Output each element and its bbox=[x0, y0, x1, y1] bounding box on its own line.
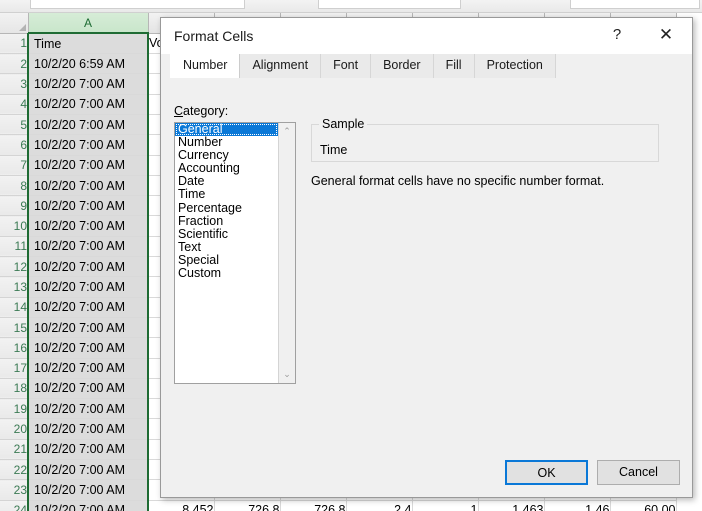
cell[interactable]: 8.452 bbox=[148, 500, 215, 511]
tab-number[interactable]: Number bbox=[170, 54, 241, 78]
cell[interactable]: 10/2/20 7:00 AM bbox=[27, 500, 149, 511]
category-item-time[interactable]: Time bbox=[175, 188, 278, 201]
cell[interactable]: 10/2/20 7:00 AM bbox=[27, 398, 149, 420]
row-header[interactable]: 5 bbox=[0, 114, 29, 136]
cell[interactable]: 1 bbox=[412, 500, 479, 511]
cell[interactable]: 10/2/20 7:00 AM bbox=[27, 236, 149, 258]
dialog-titlebar[interactable]: Format Cells ? ✕ bbox=[161, 18, 692, 54]
row-header[interactable]: 3 bbox=[0, 73, 29, 95]
row-header[interactable]: 10 bbox=[0, 215, 29, 237]
cell[interactable]: 726.8 bbox=[214, 500, 281, 511]
format-cells-dialog: Format Cells ? ✕ Number Alignment Font Bord… bbox=[160, 17, 693, 498]
row-header[interactable]: 20 bbox=[0, 418, 29, 440]
row-header[interactable]: 22 bbox=[0, 459, 29, 481]
ribbon-control-1[interactable] bbox=[30, 0, 245, 9]
dialog-tabstrip: Number Alignment Font Border Fill Protection bbox=[161, 54, 692, 79]
tab-fill[interactable]: Fill bbox=[433, 54, 475, 78]
row-header[interactable]: 13 bbox=[0, 276, 29, 298]
cell[interactable]: 10/2/20 7:00 AM bbox=[27, 256, 149, 278]
row-header[interactable]: 9 bbox=[0, 195, 29, 217]
cell[interactable]: 10/2/20 7:00 AM bbox=[27, 94, 149, 115]
help-icon[interactable]: ? bbox=[597, 18, 637, 52]
dialog-tabs: Number Alignment Font Border Fill Protection bbox=[170, 54, 556, 78]
cell[interactable]: 1.46 bbox=[544, 500, 611, 511]
category-item-text[interactable]: Text bbox=[175, 240, 278, 254]
cell[interactable]: 10/2/20 7:00 AM bbox=[27, 175, 149, 197]
cell[interactable]: 10/2/20 6:59 AM bbox=[27, 53, 149, 75]
cell[interactable]: 10/2/20 7:00 AM bbox=[27, 73, 149, 95]
row-header[interactable]: 2 bbox=[0, 53, 29, 75]
category-item-fraction[interactable]: Fraction bbox=[175, 214, 278, 228]
table-row: 24 10/2/20 7:00 AM 8.452 726.8 726.8 2.4 1 1.46… bbox=[0, 500, 677, 511]
row-header[interactable]: 4 bbox=[0, 94, 29, 115]
cell[interactable]: 10/2/20 7:00 AM bbox=[27, 317, 149, 339]
scroll-up-icon[interactable]: ⌃ bbox=[279, 123, 295, 140]
row-header[interactable]: 1 bbox=[0, 33, 29, 55]
scroll-down-icon[interactable]: ⌄ bbox=[279, 366, 295, 383]
category-label: Category: bbox=[174, 104, 228, 118]
cell[interactable]: 2.4 bbox=[346, 500, 413, 511]
ribbon-control-2[interactable] bbox=[318, 0, 461, 9]
row-header[interactable]: 17 bbox=[0, 358, 29, 379]
column-header-a[interactable]: A bbox=[28, 13, 149, 35]
cell[interactable]: 10/2/20 7:00 AM bbox=[27, 114, 149, 136]
cell[interactable]: 10/2/20 7:00 AM bbox=[27, 358, 149, 379]
row-header[interactable]: 21 bbox=[0, 439, 29, 461]
row-header[interactable]: 24 bbox=[0, 500, 29, 511]
category-item-scientific[interactable]: Scientific bbox=[175, 227, 278, 241]
cell[interactable]: 10/2/20 7:00 AM bbox=[27, 155, 149, 176]
row-header[interactable]: 23 bbox=[0, 479, 29, 501]
category-label-accel: C bbox=[174, 104, 184, 118]
cell[interactable]: 10/2/20 7:00 AM bbox=[27, 439, 149, 461]
cell[interactable]: 10/2/20 7:00 AM bbox=[27, 337, 149, 359]
category-items: General Number Currency Accounting Date Time P… bbox=[175, 123, 278, 280]
cell[interactable]: 1.463 bbox=[478, 500, 545, 511]
cell[interactable]: 60.00 bbox=[610, 500, 677, 511]
tab-alignment[interactable]: Alignment bbox=[240, 54, 322, 78]
cell[interactable]: 10/2/20 7:00 AM bbox=[27, 195, 149, 217]
row-header[interactable]: 11 bbox=[0, 236, 29, 258]
cell[interactable]: 10/2/20 7:00 AM bbox=[27, 276, 149, 298]
tab-protection[interactable]: Protection bbox=[474, 54, 556, 78]
dialog-button-row: OK Cancel bbox=[505, 460, 680, 485]
close-icon[interactable]: ✕ bbox=[646, 18, 686, 52]
cell[interactable]: 726.8 bbox=[280, 500, 347, 511]
ribbon-bottom-strip bbox=[0, 0, 702, 13]
select-all-corner[interactable] bbox=[0, 13, 29, 34]
cell[interactable]: 10/2/20 7:00 AM bbox=[27, 378, 149, 400]
row-header[interactable]: 16 bbox=[0, 337, 29, 359]
ok-button[interactable]: OK bbox=[505, 460, 588, 485]
dialog-body: Category: General Number Currency Accountin… bbox=[161, 78, 692, 497]
row-header[interactable]: 14 bbox=[0, 297, 29, 318]
cancel-button[interactable]: Cancel bbox=[597, 460, 680, 485]
row-header[interactable]: 15 bbox=[0, 317, 29, 339]
dialog-title: Format Cells bbox=[174, 28, 254, 44]
cell[interactable]: 10/2/20 7:00 AM bbox=[27, 418, 149, 440]
row-header[interactable]: 8 bbox=[0, 175, 29, 197]
category-listbox[interactable]: General Number Currency Accounting Date Time P… bbox=[174, 122, 296, 384]
cell[interactable]: 10/2/20 7:00 AM bbox=[27, 479, 149, 501]
cell[interactable]: 10/2/20 7:00 AM bbox=[27, 297, 149, 318]
row-header[interactable]: 6 bbox=[0, 134, 29, 156]
category-item-custom[interactable]: Custom bbox=[175, 266, 278, 280]
cell[interactable]: Time bbox=[27, 32, 149, 55]
row-header[interactable]: 19 bbox=[0, 398, 29, 420]
row-header[interactable]: 18 bbox=[0, 378, 29, 400]
sample-legend: Sample bbox=[319, 117, 368, 131]
category-item-percentage[interactable]: Percentage bbox=[175, 201, 278, 215]
row-header[interactable]: 7 bbox=[0, 155, 29, 176]
tab-font[interactable]: Font bbox=[321, 54, 372, 78]
category-scrollbar[interactable]: ⌃ ⌄ bbox=[278, 123, 295, 383]
format-description: General format cells have no specific nu… bbox=[311, 174, 605, 188]
sample-value: Time bbox=[320, 143, 348, 157]
cell[interactable]: 10/2/20 7:00 AM bbox=[27, 215, 149, 237]
tab-border[interactable]: Border bbox=[371, 54, 434, 78]
ribbon-control-3[interactable] bbox=[570, 0, 700, 9]
row-header[interactable]: 12 bbox=[0, 256, 29, 278]
cell[interactable]: 10/2/20 7:00 AM bbox=[27, 459, 149, 481]
category-label-rest: ategory: bbox=[183, 104, 229, 118]
cell[interactable]: 10/2/20 7:00 AM bbox=[27, 134, 149, 156]
